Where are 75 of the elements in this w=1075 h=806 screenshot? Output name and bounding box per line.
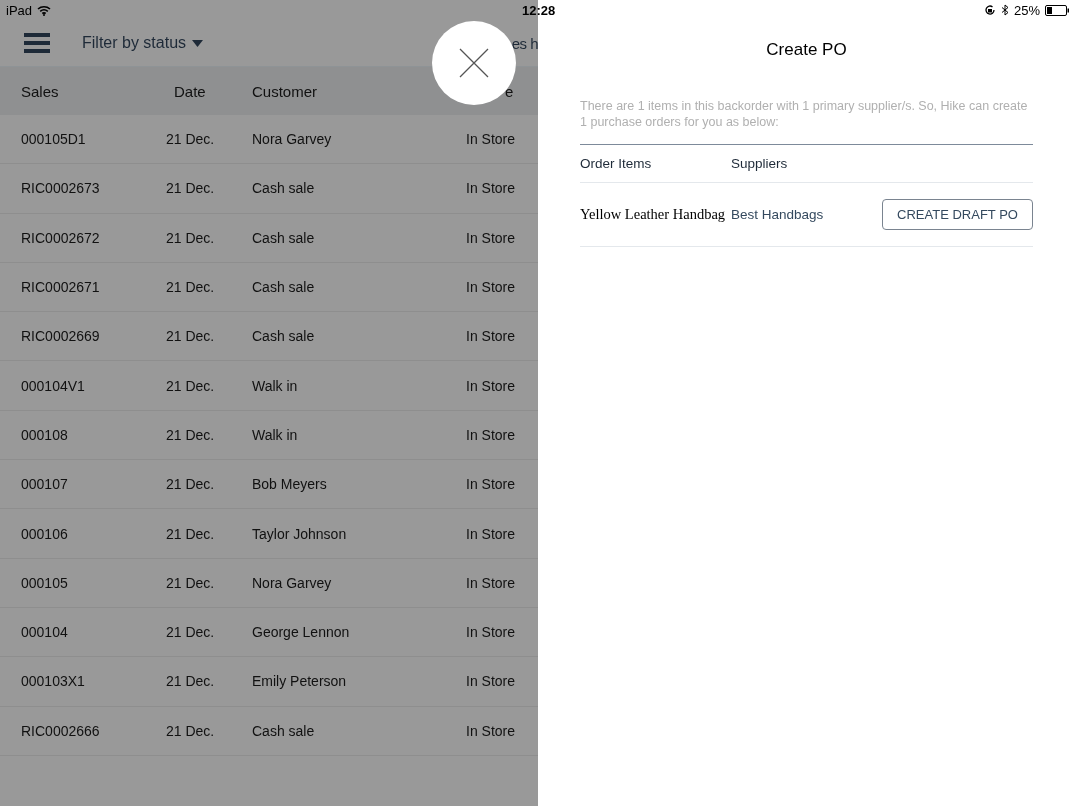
table-cell: 21 Dec. <box>166 229 215 246</box>
table-cell: Cash sale <box>252 229 315 246</box>
table-cell: Cash sale <box>252 279 315 296</box>
table-cell: 000108 <box>21 426 68 443</box>
table-cell: 21 Dec. <box>166 131 215 148</box>
table-cell: 000106 <box>21 525 68 542</box>
table-cell: 21 Dec. <box>166 722 215 739</box>
bluetooth-icon <box>1000 4 1009 16</box>
table-cell: In Store <box>466 328 516 345</box>
table-cell: In Store <box>466 624 516 641</box>
column-header: Date <box>174 82 206 100</box>
table-cell: RIC0002671 <box>21 279 100 296</box>
table-cell: In Store <box>466 279 516 296</box>
menu-icon[interactable] <box>24 33 50 53</box>
table-cell: 000105D1 <box>21 131 86 148</box>
table-cell: In Store <box>466 525 516 542</box>
table-cell: Taylor Johnson <box>252 525 347 542</box>
table-cell: In Store <box>466 574 516 591</box>
column-header: e <box>505 82 514 100</box>
battery-percent: 25% <box>1013 2 1040 18</box>
wifi-icon <box>37 4 52 16</box>
table-cell: 21 Dec. <box>166 426 215 443</box>
column-header: Customer <box>252 82 318 100</box>
table-cell: Bob Meyers <box>252 476 327 493</box>
battery-icon <box>1045 4 1069 16</box>
table-cell: 000104V1 <box>21 377 85 394</box>
table-cell: 000105 <box>21 574 68 591</box>
table-cell: In Store <box>466 131 516 148</box>
device-name: iPad <box>6 2 33 18</box>
table-cell: RIC0002669 <box>21 328 100 345</box>
column-header: Suppliers <box>731 156 788 171</box>
panel-title: Create PO <box>765 40 848 60</box>
table-cell: 21 Dec. <box>166 574 215 591</box>
table-cell: In Store <box>466 426 516 443</box>
rotation-lock-icon <box>983 4 996 16</box>
column-header: Sales <box>21 82 59 100</box>
table-cell: Nora Garvey <box>252 574 332 591</box>
table-cell: 21 Dec. <box>166 328 215 345</box>
table-cell: Cash sale <box>252 328 315 345</box>
table-cell: In Store <box>466 229 516 246</box>
supplier-name: Best Handbags <box>731 207 824 222</box>
table-cell: 000107 <box>21 476 68 493</box>
table-cell: In Store <box>466 476 516 493</box>
table-cell: Emily Peterson <box>252 673 347 690</box>
table-cell: 21 Dec. <box>166 525 215 542</box>
filter-dropdown[interactable]: Filter by status <box>82 34 204 52</box>
table-cell: Cash sale <box>252 722 315 739</box>
page-title: es h <box>511 34 538 52</box>
column-header: Order Items <box>580 156 652 171</box>
table-cell: Cash sale <box>252 180 315 197</box>
order-item: Yellow Leather Handbag <box>580 206 726 223</box>
table-cell: Nora Garvey <box>252 131 332 148</box>
table-cell: In Store <box>466 377 516 394</box>
caret-icon <box>192 39 204 47</box>
table-cell: 21 Dec. <box>166 180 215 197</box>
table-cell: RIC0002666 <box>21 722 100 739</box>
table-cell: In Store <box>466 180 516 197</box>
table-cell: Walk in <box>252 426 298 443</box>
info-message: There are 1 items in this backorder with 1 primary supplier/s. So, Hike can create 1 purchase orders for you as below: <box>580 98 1033 145</box>
close-icon <box>459 48 489 78</box>
table-cell: In Store <box>466 673 516 690</box>
table-cell: RIC0002672 <box>21 229 100 246</box>
table-cell: George Lennon <box>252 624 350 641</box>
table-cell: 000104 <box>21 624 68 641</box>
status-time: 12:28 <box>522 3 556 18</box>
table-cell: 21 Dec. <box>166 279 215 296</box>
table-cell: 21 Dec. <box>166 624 215 641</box>
table-cell: 21 Dec. <box>166 476 215 493</box>
table-cell: In Store <box>466 722 516 739</box>
table-cell: 21 Dec. <box>166 673 215 690</box>
table-cell: Walk in <box>252 377 298 394</box>
table-cell: 000103X1 <box>21 673 85 690</box>
create-draft-button[interactable]: CREATE DRAFT PO <box>882 199 1033 230</box>
table-cell: RIC0002673 <box>21 180 100 197</box>
table-cell: 21 Dec. <box>166 377 215 394</box>
